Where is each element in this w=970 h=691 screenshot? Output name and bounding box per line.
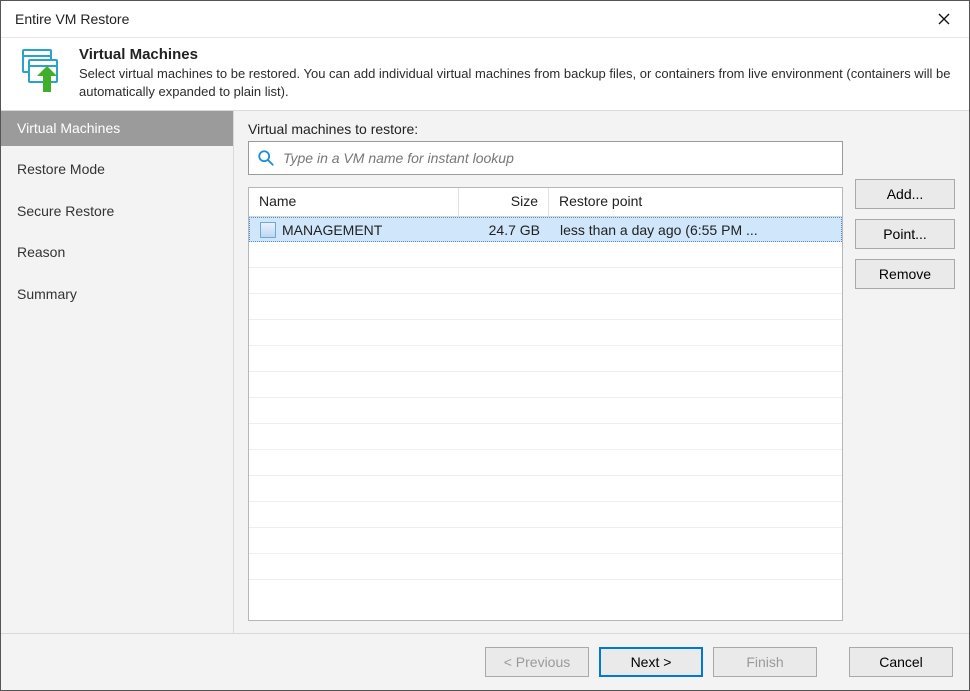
table-row-empty — [249, 450, 842, 476]
titlebar: Entire VM Restore — [1, 1, 969, 38]
sidebar-item-virtual-machines[interactable]: Virtual Machines — [1, 111, 233, 146]
sidebar-item-label: Secure Restore — [17, 203, 114, 219]
add-button[interactable]: Add... — [855, 179, 955, 209]
table-row-empty — [249, 554, 842, 580]
wizard-main: Virtual machines to restore: Name Size R… — [234, 111, 969, 633]
search-icon — [257, 149, 275, 167]
next-button[interactable]: Next > — [599, 647, 703, 677]
search-wrap — [248, 141, 843, 175]
table-row-empty — [249, 346, 842, 372]
remove-button[interactable]: Remove — [855, 259, 955, 289]
previous-button: < Previous — [485, 647, 589, 677]
col-header-size[interactable]: Size — [459, 188, 549, 216]
vm-table: Name Size Restore point MANAGEMENT 24.7 … — [248, 187, 843, 621]
cancel-button[interactable]: Cancel — [849, 647, 953, 677]
col-header-restore-point[interactable]: Restore point — [549, 188, 842, 216]
point-button[interactable]: Point... — [855, 219, 955, 249]
table-row-empty — [249, 294, 842, 320]
page-heading: Virtual Machines — [79, 46, 953, 63]
table-row[interactable]: MANAGEMENT 24.7 GB less than a day ago (… — [249, 217, 842, 242]
close-button[interactable] — [929, 6, 959, 32]
table-row-empty — [249, 398, 842, 424]
sidebar-item-label: Restore Mode — [17, 161, 105, 177]
side-button-column: Add... Point... Remove — [855, 121, 955, 621]
sidebar-item-restore-mode[interactable]: Restore Mode — [1, 152, 233, 187]
main-left: Virtual machines to restore: Name Size R… — [248, 121, 843, 621]
col-header-name[interactable]: Name — [249, 188, 459, 216]
table-row-empty — [249, 268, 842, 294]
finish-button: Finish — [713, 647, 817, 677]
sidebar-item-reason[interactable]: Reason — [1, 235, 233, 270]
wizard-steps-sidebar: Virtual Machines Restore Mode Secure Res… — [1, 111, 234, 633]
vm-restore-point: less than a day ago (6:55 PM ... — [550, 222, 841, 238]
table-row-empty — [249, 372, 842, 398]
vm-icon — [260, 222, 276, 238]
vms-to-restore-label: Virtual machines to restore: — [248, 121, 843, 137]
window-title: Entire VM Restore — [15, 11, 129, 27]
table-row-empty — [249, 242, 842, 268]
wizard-header-text: Virtual Machines Select virtual machines… — [79, 46, 953, 100]
sidebar-item-summary[interactable]: Summary — [1, 277, 233, 312]
vm-table-body: MANAGEMENT 24.7 GB less than a day ago (… — [249, 217, 842, 620]
table-row-empty — [249, 476, 842, 502]
restore-vm-icon — [17, 46, 65, 94]
wizard-footer: < Previous Next > Finish Cancel — [1, 633, 969, 690]
sidebar-item-label: Virtual Machines — [17, 120, 120, 136]
table-row-empty — [249, 502, 842, 528]
vm-name: MANAGEMENT — [282, 222, 382, 238]
table-row-empty — [249, 528, 842, 554]
sidebar-item-label: Reason — [17, 244, 65, 260]
table-row-empty — [249, 424, 842, 450]
table-row-empty — [249, 320, 842, 346]
wizard-body: Virtual Machines Restore Mode Secure Res… — [1, 110, 969, 633]
vm-table-header: Name Size Restore point — [249, 188, 842, 217]
page-subheading: Select virtual machines to be restored. … — [79, 65, 953, 100]
wizard-header: Virtual Machines Select virtual machines… — [1, 38, 969, 110]
vm-size: 24.7 GB — [460, 222, 550, 238]
vm-search-input[interactable] — [275, 149, 834, 167]
close-icon — [938, 13, 950, 25]
sidebar-item-secure-restore[interactable]: Secure Restore — [1, 194, 233, 229]
sidebar-item-label: Summary — [17, 286, 77, 302]
entire-vm-restore-dialog: Entire VM Restore Virtual Machines Selec… — [0, 0, 970, 691]
